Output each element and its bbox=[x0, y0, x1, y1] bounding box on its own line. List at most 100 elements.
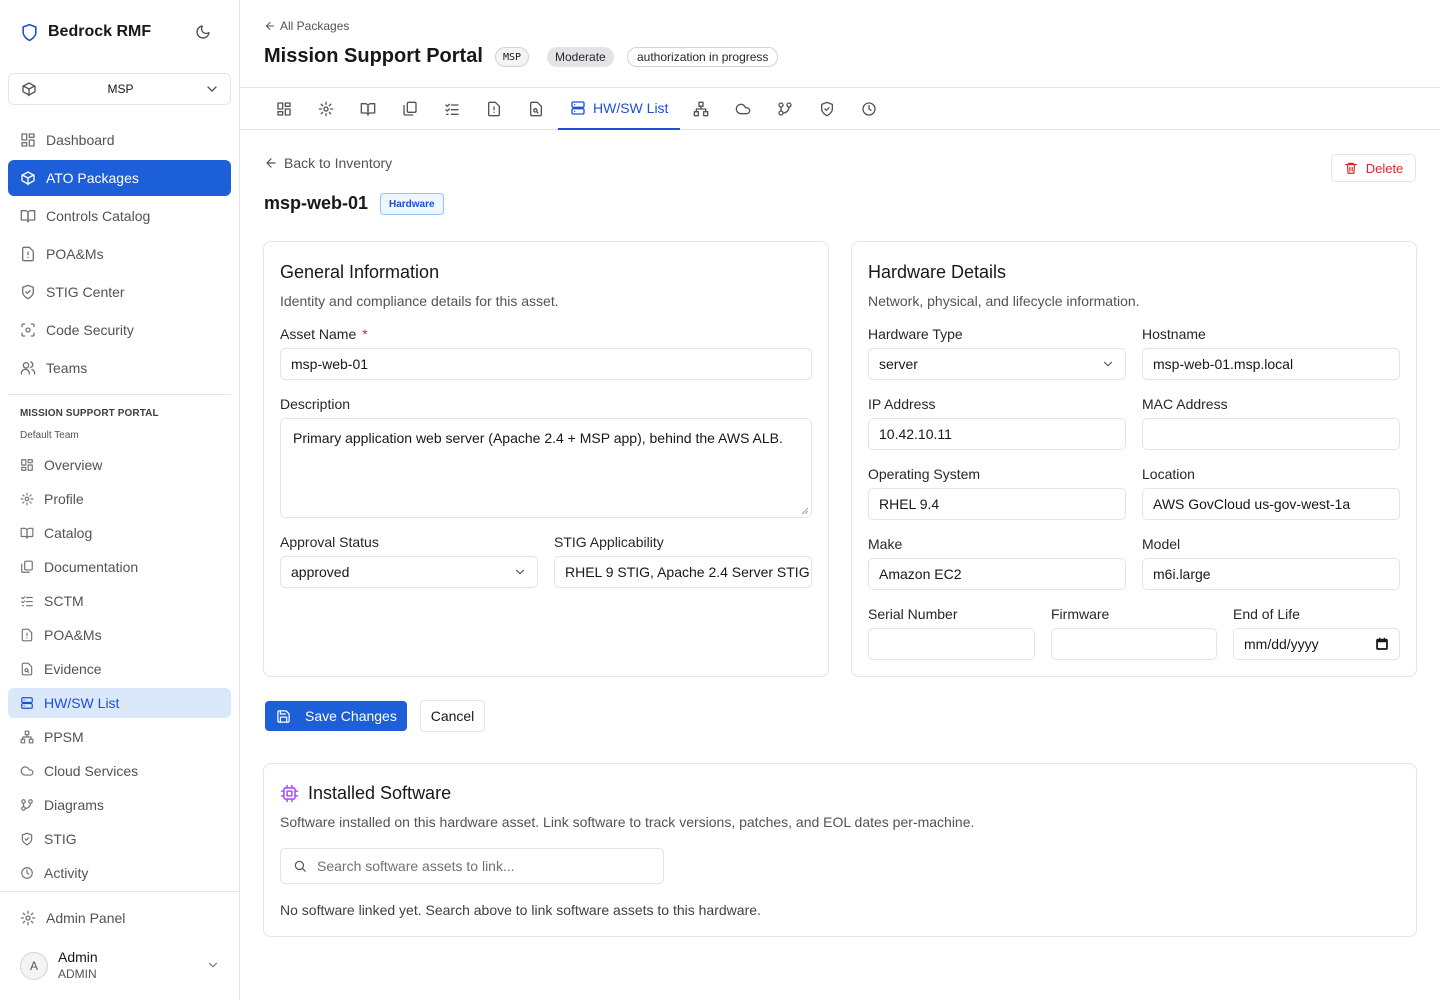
ip-address-input[interactable]: 10.42.10.11 bbox=[868, 418, 1126, 450]
server-icon bbox=[571, 101, 585, 115]
back-to-packages-link[interactable]: All Packages bbox=[264, 19, 349, 33]
installed-software-title-text: Installed Software bbox=[308, 783, 452, 803]
tab-activity[interactable] bbox=[848, 88, 890, 130]
scan-icon bbox=[21, 323, 35, 337]
sidebar: Bedrock RMF MSP Dashboard ATO Packages C… bbox=[0, 0, 240, 1000]
hostname-input[interactable]: msp-web-01.msp.local bbox=[1142, 348, 1400, 380]
firmware-input[interactable] bbox=[1051, 628, 1217, 660]
nav-label: Controls Catalog bbox=[46, 208, 151, 224]
file-search-icon bbox=[530, 101, 542, 117]
tab-evidence[interactable] bbox=[515, 88, 557, 130]
tab-overview[interactable] bbox=[263, 88, 305, 130]
sidebar-item-profile[interactable]: Profile bbox=[8, 484, 231, 514]
end-of-life-date-input[interactable]: mm/dd/yyyy bbox=[1233, 628, 1400, 660]
nav-label: ATO Packages bbox=[46, 170, 139, 186]
approval-status-label: Approval Status bbox=[280, 534, 379, 550]
shield-check-icon bbox=[22, 284, 34, 300]
sidebar-item-documentation[interactable]: Documentation bbox=[8, 552, 231, 582]
delete-button[interactable]: Delete bbox=[1331, 154, 1416, 182]
software-search-input[interactable]: Search software assets to link... bbox=[280, 848, 664, 884]
card-title: General Information bbox=[280, 262, 440, 282]
nav-code-security[interactable]: Code Security bbox=[8, 312, 231, 348]
nav-label: POA&Ms bbox=[46, 246, 104, 262]
nav-poams[interactable]: POA&Ms bbox=[8, 236, 231, 272]
sidebar-item-label: Documentation bbox=[44, 559, 139, 575]
sidebar-item-label: STIG bbox=[44, 831, 77, 847]
approval-status-select[interactable]: approved bbox=[280, 556, 538, 588]
nav-teams[interactable]: Teams bbox=[8, 350, 231, 386]
trash-icon bbox=[1344, 162, 1357, 174]
brand[interactable]: Bedrock RMF bbox=[20, 20, 151, 44]
description-textarea[interactable]: Primary application web server (Apache 2… bbox=[280, 418, 812, 518]
save-icon bbox=[277, 709, 290, 723]
sidebar-divider bbox=[0, 891, 239, 892]
tab-documentation[interactable] bbox=[389, 88, 431, 130]
sidebar-item-activity[interactable]: Activity bbox=[8, 858, 231, 888]
location-input[interactable]: AWS GovCloud us-gov-west-1a bbox=[1142, 488, 1400, 520]
serial-number-input[interactable] bbox=[868, 628, 1035, 660]
user-menu[interactable]: A Admin ADMIN bbox=[20, 948, 220, 984]
tab-stig[interactable] bbox=[806, 88, 848, 130]
back-to-inventory-link[interactable]: Back to Inventory bbox=[264, 155, 392, 171]
package-tabs: HW/SW List bbox=[240, 87, 1440, 130]
end-of-life-label: End of Life bbox=[1233, 606, 1300, 622]
sidebar-item-poams[interactable]: POA&Ms bbox=[8, 620, 231, 650]
asset-name-input[interactable]: msp-web-01 bbox=[280, 348, 812, 380]
model-input[interactable]: m6i.large bbox=[1142, 558, 1400, 590]
tab-hw-sw-list[interactable]: HW/SW List bbox=[558, 88, 681, 130]
sidebar-item-cloud-services[interactable]: Cloud Services bbox=[8, 756, 231, 786]
cancel-button[interactable]: Cancel bbox=[420, 700, 485, 732]
nav-controls-catalog[interactable]: Controls Catalog bbox=[8, 198, 231, 234]
software-search-placeholder: Search software assets to link... bbox=[317, 858, 515, 874]
chevron-down-icon bbox=[207, 86, 217, 92]
nav-ato-packages[interactable]: ATO Packages bbox=[8, 160, 231, 196]
stig-applicability-input[interactable]: RHEL 9 STIG, Apache 2.4 Server STIG bbox=[554, 556, 812, 588]
sidebar-item-catalog[interactable]: Catalog bbox=[8, 518, 231, 548]
cloud-icon bbox=[735, 103, 751, 115]
tab-catalog[interactable] bbox=[347, 88, 389, 130]
dashboard-icon bbox=[21, 133, 35, 147]
resize-handle-icon[interactable] bbox=[801, 507, 809, 515]
tab-poams[interactable] bbox=[473, 88, 515, 130]
sidebar-item-ppsm[interactable]: PPSM bbox=[8, 722, 231, 752]
sidebar-item-hw-sw-list[interactable]: HW/SW List bbox=[8, 688, 231, 718]
asset-title: msp-web-01 bbox=[264, 193, 369, 213]
description-label: Description bbox=[280, 396, 351, 412]
tab-profile[interactable] bbox=[305, 88, 347, 130]
package-select[interactable]: MSP bbox=[8, 73, 231, 105]
tab-ppsm[interactable] bbox=[680, 88, 722, 130]
make-label: Make bbox=[868, 536, 903, 552]
book-icon bbox=[20, 210, 36, 223]
theme-toggle-button[interactable] bbox=[193, 22, 213, 42]
nav-admin-panel[interactable]: Admin Panel bbox=[8, 900, 231, 936]
users-icon bbox=[20, 361, 36, 375]
tab-sctm[interactable] bbox=[431, 88, 473, 130]
package-section-title: MISSION SUPPORT PORTAL bbox=[20, 408, 159, 419]
server-icon bbox=[21, 697, 33, 709]
tab-cloud-services[interactable] bbox=[722, 88, 764, 130]
calendar-icon[interactable] bbox=[1375, 637, 1389, 651]
network-icon bbox=[20, 730, 34, 744]
nav-dashboard[interactable]: Dashboard bbox=[8, 122, 231, 158]
operating-system-input[interactable]: RHEL 9.4 bbox=[868, 488, 1126, 520]
package-select-value: MSP bbox=[107, 82, 134, 96]
nav-stig-center[interactable]: STIG Center bbox=[8, 274, 231, 310]
book-icon bbox=[360, 103, 376, 116]
sidebar-item-overview[interactable]: Overview bbox=[8, 450, 231, 480]
sidebar-item-diagrams[interactable]: Diagrams bbox=[8, 790, 231, 820]
alert-icon bbox=[488, 101, 500, 117]
sidebar-item-evidence[interactable]: Evidence bbox=[8, 654, 231, 684]
sidebar-item-sctm[interactable]: SCTM bbox=[8, 586, 231, 616]
sidebar-item-label: Overview bbox=[44, 457, 103, 473]
operating-system-label: Operating System bbox=[868, 466, 981, 482]
hardware-type-select[interactable]: server bbox=[868, 348, 1126, 380]
save-changes-button[interactable]: Save Changes bbox=[265, 701, 407, 731]
hardware-type-label: Hardware Type bbox=[868, 326, 963, 342]
make-input[interactable]: Amazon EC2 bbox=[868, 558, 1126, 590]
nav-label: Teams bbox=[46, 360, 88, 376]
tab-diagrams[interactable] bbox=[764, 88, 806, 130]
mac-address-input[interactable] bbox=[1142, 418, 1400, 450]
user-role: ADMIN bbox=[58, 967, 97, 981]
checklist-icon bbox=[21, 596, 33, 607]
sidebar-item-stig[interactable]: STIG bbox=[8, 824, 231, 854]
